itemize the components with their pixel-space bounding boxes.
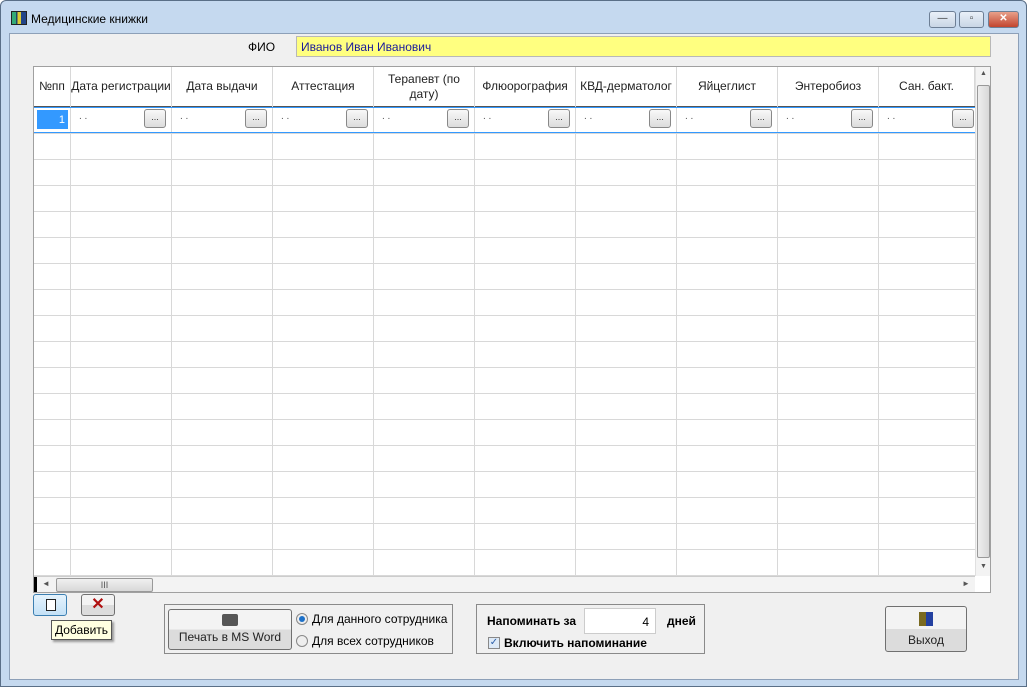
fio-label: ФИО — [248, 40, 276, 54]
column-header[interactable]: Терапевт (по дату) — [374, 67, 475, 106]
books-icon — [11, 11, 27, 25]
date-picker-button[interactable]: ... — [346, 109, 368, 128]
title-bar: Медицинские книжки — [9, 1, 1018, 35]
reminder-label: Напоминать за — [487, 614, 577, 628]
scroll-right-icon[interactable]: ► — [962, 579, 970, 588]
exit-label: Выход — [908, 633, 944, 647]
row-divider — [34, 367, 975, 368]
print-button-label: Печать в MS Word — [178, 630, 282, 644]
row-divider — [34, 445, 975, 446]
row-divider — [34, 471, 975, 472]
column-header[interactable]: Сан. бакт. — [879, 67, 975, 106]
date-picker-button[interactable]: ... — [750, 109, 772, 128]
row-divider — [34, 549, 975, 550]
exit-door-icon — [919, 612, 933, 626]
column-divider — [575, 106, 576, 576]
column-header[interactable]: Флюорография — [475, 67, 576, 106]
date-picker-button[interactable]: ... — [649, 109, 671, 128]
column-header[interactable]: Дата выдачи — [172, 67, 273, 106]
row-divider — [34, 523, 975, 524]
column-header[interactable]: Дата регистрации — [71, 67, 172, 106]
row-divider — [34, 185, 975, 186]
column-divider — [272, 106, 273, 576]
delete-button[interactable]: ✕ — [81, 594, 115, 616]
column-divider — [878, 106, 879, 576]
row-divider — [34, 393, 975, 394]
vertical-scroll-thumb[interactable] — [977, 85, 990, 558]
column-header[interactable]: КВД-дерматолог — [576, 67, 677, 106]
horizontal-scrollbar[interactable]: ◄ III ► — [34, 576, 975, 592]
reminder-days-input[interactable]: 4 — [584, 608, 656, 634]
radio-current-employee-label[interactable]: Для данного сотрудника — [312, 612, 447, 626]
days-unit-label: дней — [667, 614, 696, 628]
scroll-marker — [34, 577, 37, 592]
date-picker-button[interactable]: ... — [851, 109, 873, 128]
scroll-left-icon[interactable]: ◄ — [42, 579, 50, 588]
row-divider — [34, 315, 975, 316]
radio-current-employee[interactable] — [296, 613, 308, 625]
column-divider — [171, 106, 172, 576]
column-divider — [676, 106, 677, 576]
date-picker-button[interactable]: ... — [144, 109, 166, 128]
column-divider — [70, 106, 71, 576]
enable-reminder-label[interactable]: Включить напоминание — [504, 636, 647, 650]
new-document-icon — [46, 599, 56, 611]
window-title: Медицинские книжки — [31, 12, 148, 26]
column-header[interactable]: Энтеробиоз — [778, 67, 879, 106]
column-divider — [474, 106, 475, 576]
date-picker-button[interactable]: ... — [447, 109, 469, 128]
tooltip: Добавить — [51, 620, 113, 640]
radio-all-employees-label[interactable]: Для всех сотрудников — [312, 634, 434, 648]
row-divider — [34, 263, 975, 264]
row-divider — [34, 237, 975, 238]
row-divider — [34, 341, 975, 342]
add-button[interactable] — [33, 594, 67, 616]
row-divider — [34, 159, 975, 160]
selected-row-bottom — [34, 132, 975, 133]
date-picker-button[interactable]: ... — [245, 109, 267, 128]
medical-books-grid[interactable]: №пп Дата регистрации Дата выдачи Аттестация… — [33, 66, 991, 593]
column-header[interactable]: Яйцеглист — [677, 67, 778, 106]
column-divider — [373, 106, 374, 576]
date-picker-button[interactable]: ... — [952, 109, 974, 128]
column-divider — [777, 106, 778, 576]
printer-icon — [222, 614, 238, 626]
horizontal-scroll-thumb[interactable]: III — [56, 578, 153, 592]
date-picker-button[interactable]: ... — [548, 109, 570, 128]
enable-reminder-checkbox[interactable]: ✓ — [488, 637, 500, 649]
delete-x-icon: ✕ — [91, 596, 105, 613]
row-divider — [34, 289, 975, 290]
scroll-down-icon[interactable]: ▼ — [980, 563, 987, 570]
vertical-scrollbar[interactable]: ▲ ▼ — [975, 67, 990, 576]
column-header[interactable]: Аттестация — [273, 67, 374, 106]
scroll-up-icon[interactable]: ▲ — [980, 70, 987, 77]
row-divider — [34, 419, 975, 420]
maximize-button[interactable]: ▫ — [959, 11, 984, 28]
row-divider — [34, 133, 975, 134]
column-header[interactable]: №пп — [34, 67, 71, 106]
radio-all-employees[interactable] — [296, 635, 308, 647]
selected-row-top — [34, 107, 975, 108]
exit-button[interactable]: Выход — [885, 606, 967, 652]
minimize-button[interactable]: — — [929, 11, 956, 28]
print-ms-word-button[interactable]: Печать в MS Word — [168, 609, 292, 650]
fio-field[interactable]: Иванов Иван Иванович — [296, 36, 991, 57]
row-divider — [34, 497, 975, 498]
row-number-cell[interactable]: 1 — [35, 108, 70, 131]
close-button[interactable]: ✕ — [988, 11, 1019, 28]
row-divider — [34, 211, 975, 212]
